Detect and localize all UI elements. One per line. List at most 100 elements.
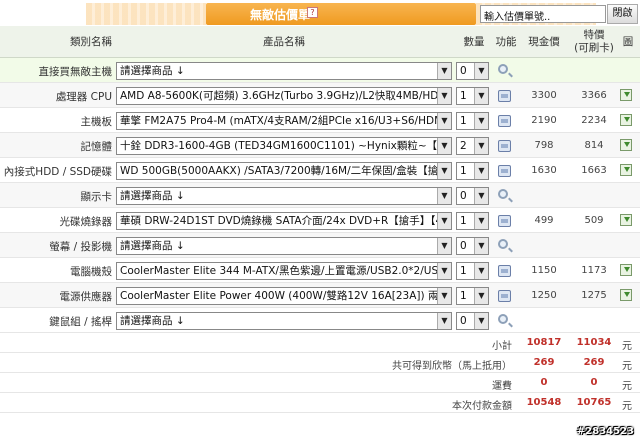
product-select[interactable]: 請選擇商品 ↓ ▼: [116, 312, 452, 330]
product-select[interactable]: 十銓 DDR3-1600-4GB (TED34GM1600C1101) ~Hyn…: [116, 137, 452, 155]
chevron-down-icon[interactable]: ▼: [474, 238, 488, 254]
chevron-down-icon[interactable]: ▼: [437, 238, 451, 254]
help-icon[interactable]: ?: [307, 7, 318, 18]
header-special: 特價 (可刷卡): [574, 29, 614, 54]
quantity-select[interactable]: 2 ▼: [456, 137, 489, 155]
watermark: #2834523: [576, 426, 634, 437]
chevron-down-icon[interactable]: ▼: [474, 113, 488, 129]
chevron-down-icon[interactable]: ▼: [437, 263, 451, 279]
summary-row: 共可得到欣幣（馬上抵用） 269 269 元: [0, 353, 640, 373]
chevron-down-icon[interactable]: ▼: [437, 188, 451, 204]
chevron-down-icon[interactable]: ▼: [474, 163, 488, 179]
cart-icon[interactable]: [498, 139, 512, 153]
product-image-icon[interactable]: [620, 114, 632, 126]
product-image-icon[interactable]: [620, 289, 632, 301]
product-select[interactable]: 請選擇商品 ↓ ▼: [116, 62, 452, 80]
product-image-icon[interactable]: [620, 264, 632, 276]
chevron-down-icon[interactable]: ▼: [474, 88, 488, 104]
table-row: 鍵鼠組 / 搖桿 請選擇商品 ↓ ▼ 0 ▼: [0, 308, 640, 333]
quantity-value: 0: [460, 190, 467, 202]
cart-icon[interactable]: [498, 289, 512, 303]
product-select[interactable]: 華擎 FM2A75 Pro4-M (mATX/4支RAM/2組PCIe x16/…: [116, 112, 452, 130]
chevron-down-icon[interactable]: ▼: [437, 288, 451, 304]
chevron-down-icon[interactable]: ▼: [474, 138, 488, 154]
chevron-down-icon[interactable]: ▼: [474, 188, 488, 204]
product-select[interactable]: CoolerMaster Elite Power 400W (400W/雙路12…: [116, 287, 452, 305]
table-row: 內接式HDD / SSD硬碟 WD 500GB(5000AAKX) /SATA3/…: [0, 158, 640, 183]
product-select[interactable]: CoolerMaster Elite 344 M-ATX/黑色紫邊/上置電源/U…: [116, 262, 452, 280]
header-function: 功能: [495, 36, 517, 48]
summary-cash: 269: [533, 357, 555, 368]
chevron-down-icon[interactable]: ▼: [474, 313, 488, 329]
quantity-value: 1: [460, 215, 467, 227]
table-row: 顯示卡 請選擇商品 ↓ ▼ 0 ▼: [0, 183, 640, 208]
cart-icon[interactable]: [498, 264, 512, 278]
product-select-value: 請選擇商品 ↓: [120, 190, 185, 202]
summary-unit: 元: [622, 381, 632, 392]
chevron-down-icon[interactable]: ▼: [437, 63, 451, 79]
quantity-select[interactable]: 0 ▼: [456, 62, 489, 80]
cart-icon[interactable]: [498, 164, 512, 178]
chevron-down-icon[interactable]: ▼: [474, 63, 488, 79]
special-price: 1173: [581, 265, 607, 276]
quantity-select[interactable]: 1 ▼: [456, 262, 489, 280]
product-image-icon[interactable]: [620, 139, 632, 151]
summary-special: 269: [583, 357, 605, 368]
close-button[interactable]: 閉啟: [607, 4, 638, 24]
row-category: 直接買無敵主機: [38, 66, 113, 78]
summary-unit: 元: [622, 341, 632, 352]
quantity-select[interactable]: 0 ▼: [456, 237, 489, 255]
product-image-icon[interactable]: [620, 89, 632, 101]
search-icon[interactable]: [498, 239, 512, 253]
product-select-value: 華擎 FM2A75 Pro4-M (mATX/4支RAM/2組PCIe x16/…: [120, 115, 452, 127]
row-category: 主機板: [80, 116, 113, 128]
cart-icon[interactable]: [498, 89, 512, 103]
chevron-down-icon[interactable]: ▼: [437, 88, 451, 104]
cart-icon[interactable]: [498, 114, 512, 128]
summary-cash: 10817: [526, 337, 562, 348]
product-select[interactable]: AMD A8-5600K(可超頻) 3.6GHz(Turbo 3.9GHz)/L…: [116, 87, 452, 105]
product-select[interactable]: 華碩 DRW-24D1ST DVD燒錄機 SATA介面/24x DVD+R【搶手…: [116, 212, 452, 230]
chevron-down-icon[interactable]: ▼: [437, 163, 451, 179]
quantity-value: 0: [460, 65, 467, 77]
quantity-value: 1: [460, 265, 467, 277]
chevron-down-icon[interactable]: ▼: [474, 263, 488, 279]
quantity-select[interactable]: 1 ▼: [456, 112, 489, 130]
product-select[interactable]: WD 500GB(5000AAKX) /SATA3/7200轉/16M/二年保固…: [116, 162, 452, 180]
row-category: 處理器 CPU: [55, 91, 112, 103]
header-qty: 數量: [463, 36, 485, 48]
chevron-down-icon[interactable]: ▼: [474, 288, 488, 304]
quantity-select[interactable]: 0 ▼: [456, 187, 489, 205]
quantity-select[interactable]: 1 ▼: [456, 162, 489, 180]
special-price: 2234: [581, 115, 607, 126]
quantity-select[interactable]: 1 ▼: [456, 287, 489, 305]
chevron-down-icon[interactable]: ▼: [437, 213, 451, 229]
quantity-select[interactable]: 1 ▼: [456, 212, 489, 230]
quantity-value: 0: [460, 315, 467, 327]
special-price: 3366: [581, 90, 607, 101]
special-price: 509: [584, 215, 604, 226]
summary-special: 0: [590, 377, 598, 388]
search-icon[interactable]: [498, 189, 512, 203]
quote-number-input[interactable]: 輸入估價單號..: [480, 5, 606, 23]
chevron-down-icon[interactable]: ▼: [437, 138, 451, 154]
search-icon[interactable]: [498, 314, 512, 328]
chevron-down-icon[interactable]: ▼: [437, 113, 451, 129]
chevron-down-icon[interactable]: ▼: [437, 313, 451, 329]
chevron-down-icon[interactable]: ▼: [474, 213, 488, 229]
quantity-select[interactable]: 1 ▼: [456, 87, 489, 105]
product-image-icon[interactable]: [620, 214, 632, 226]
special-price: 1275: [581, 290, 607, 301]
quantity-select[interactable]: 0 ▼: [456, 312, 489, 330]
row-category: 鍵鼠組 / 搖桿: [49, 316, 112, 328]
cart-icon[interactable]: [498, 214, 512, 228]
special-price: 814: [584, 140, 604, 151]
product-select[interactable]: 請選擇商品 ↓ ▼: [116, 237, 452, 255]
row-category: 電源供應器: [59, 291, 113, 303]
product-image-icon[interactable]: [620, 164, 632, 176]
quantity-value: 0: [460, 240, 467, 252]
product-select[interactable]: 請選擇商品 ↓ ▼: [116, 187, 452, 205]
product-select-value: 請選擇商品 ↓: [120, 315, 185, 327]
summary-label: 運費: [492, 381, 512, 392]
search-icon[interactable]: [498, 64, 512, 78]
